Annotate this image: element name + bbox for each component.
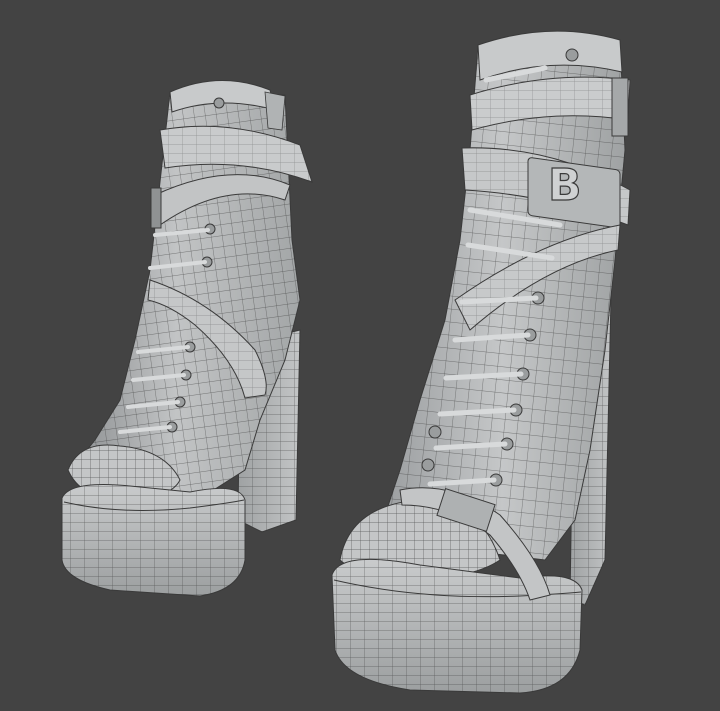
3d-viewport[interactable]: B: [0, 0, 720, 711]
buckle-letters-plate: B: [527, 157, 621, 229]
boots-wireframe-render: B: [61, 30, 631, 694]
right-boot: B: [331, 30, 631, 694]
left-platform-sole: [61, 484, 246, 597]
buckle-letter: B: [548, 160, 582, 211]
left-boot: [61, 79, 313, 597]
